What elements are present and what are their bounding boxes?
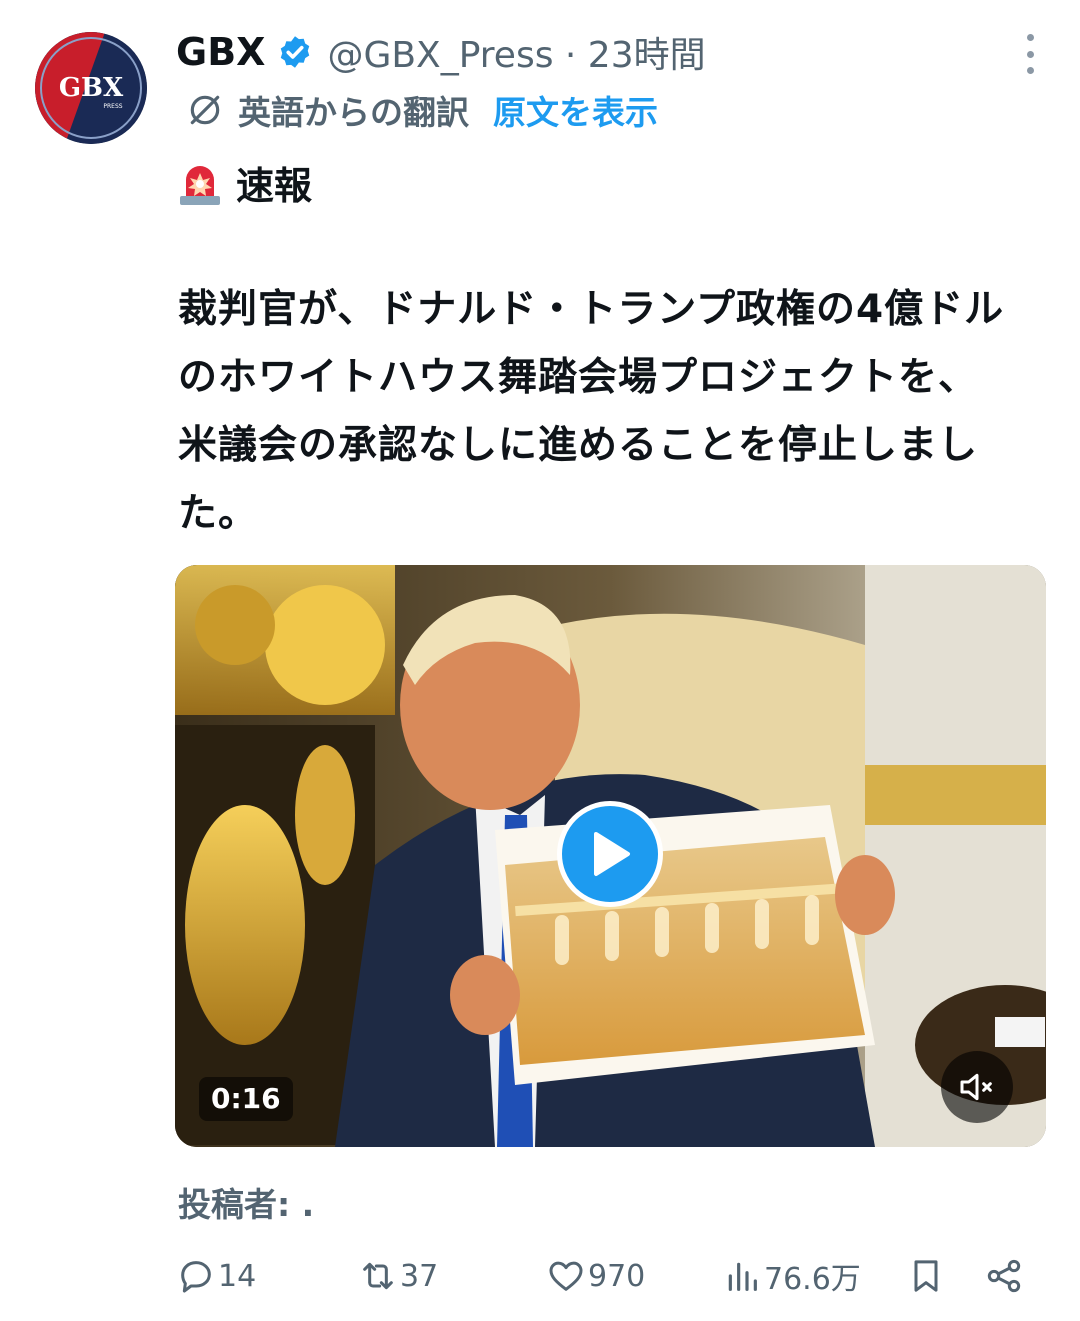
posted-by: 投稿者: . [178, 1185, 315, 1224]
body-line: のホワイトハウス舞踏会場プロジェクトを、 [178, 355, 979, 400]
handle-and-time[interactable]: @GBX_Press · 23時間 [327, 26, 705, 78]
body-line: た。 [178, 491, 259, 536]
bookmark-icon [914, 1260, 938, 1292]
views-button[interactable]: 76.6万 [722, 1248, 861, 1304]
more-icon[interactable] [1020, 34, 1040, 74]
breaking-line: 速報 [178, 156, 312, 208]
video-player[interactable]: 0:16 [175, 565, 1046, 1147]
video-duration: 0:16 [199, 1077, 293, 1121]
like-count: 970 [588, 1258, 646, 1294]
share-button[interactable] [984, 1248, 1026, 1304]
reply-icon [181, 1261, 211, 1293]
reply-button[interactable]: 14 [176, 1248, 256, 1304]
bookmark-button[interactable] [906, 1248, 948, 1304]
like-button[interactable]: 970 [546, 1248, 645, 1304]
avatar[interactable]: GBX PRESS [35, 32, 147, 144]
body-line: 裁判官が、ドナルド・トランプ政権の4億ドル [178, 287, 1005, 332]
tweet-body: 裁判官が、ドナルド・トランプ政権の4億ドル のホワイトハウス舞踏会場プロジェクト… [178, 276, 1058, 548]
show-original-link[interactable]: 原文を表示 [493, 86, 658, 134]
like-icon [549, 1261, 583, 1291]
mute-button[interactable] [941, 1051, 1013, 1123]
breaking-label: 速報 [236, 163, 313, 208]
verified-badge-icon [281, 36, 310, 68]
action-bar: 14 37 970 76.6万 [0, 1248, 1080, 1304]
reply-count: 14 [218, 1258, 257, 1294]
play-icon [594, 832, 630, 876]
siren-icon [180, 166, 220, 205]
mute-icon [960, 1073, 992, 1101]
avatar-logo-text: GBX [59, 73, 124, 103]
repost-icon [363, 1262, 393, 1290]
author-name[interactable]: GBX [176, 30, 265, 74]
avatar-logo-subtext: PRESS [103, 103, 122, 110]
share-icon [987, 1259, 1021, 1293]
views-icon [728, 1262, 757, 1291]
repost-count: 37 [400, 1258, 439, 1294]
repost-button[interactable]: 37 [358, 1248, 438, 1304]
play-button[interactable] [557, 801, 663, 907]
views-count: 76.6万 [764, 1262, 861, 1297]
body-line: 米議会の承認なしに進めることを停止しまし [178, 423, 979, 468]
tweet-header: GBX @GBX_Press · 23時間 [176, 28, 706, 76]
translation-label: 英語からの翻訳 [238, 93, 469, 132]
translation-row: 英語からの翻訳 原文を表示 [186, 86, 658, 134]
translate-icon [190, 95, 220, 125]
